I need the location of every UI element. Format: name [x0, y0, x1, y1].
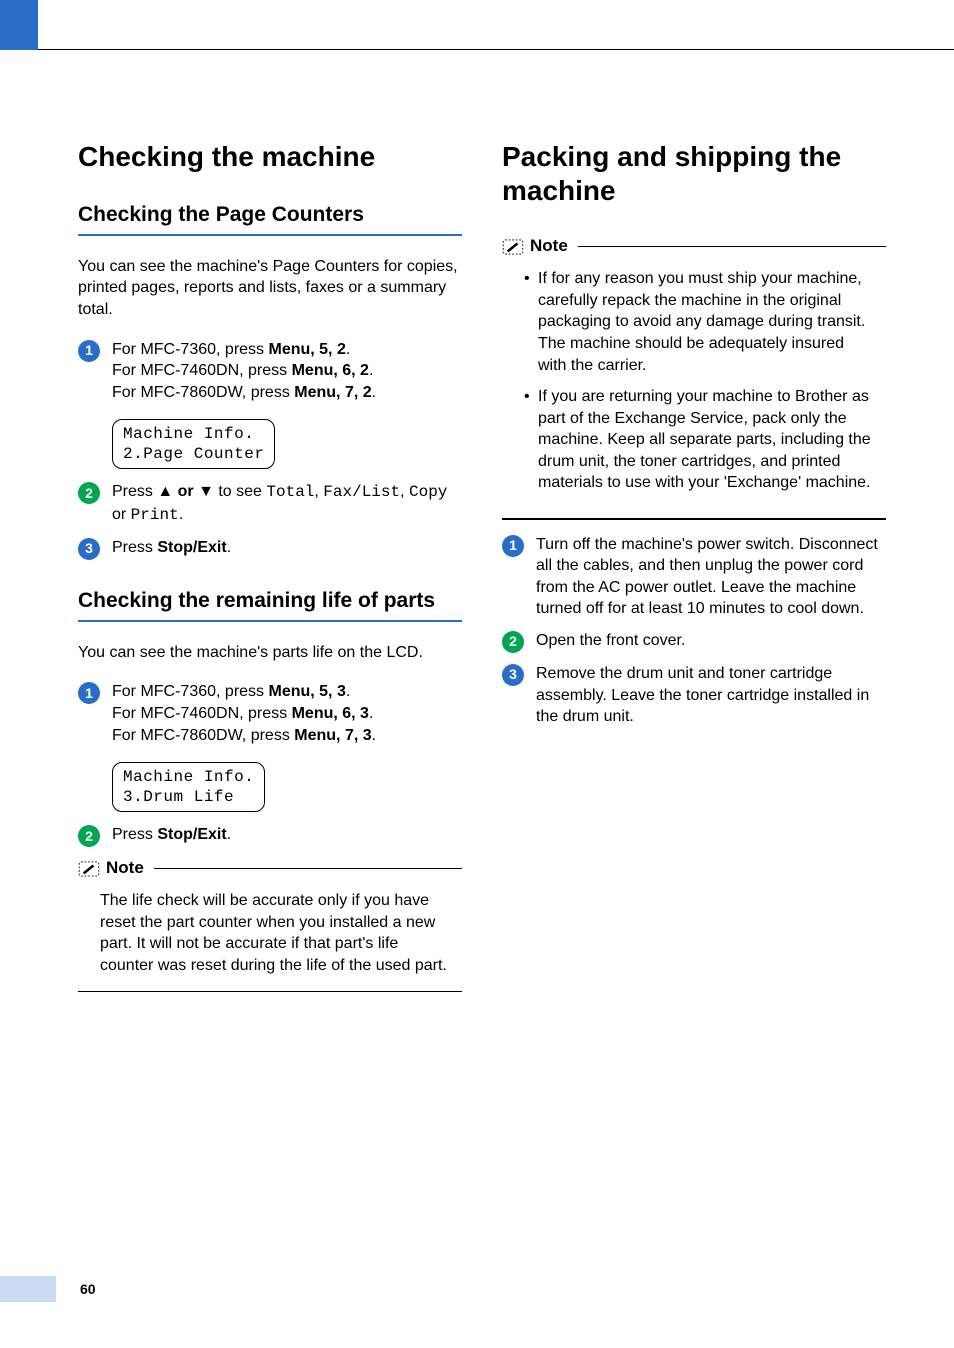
- page-body: Checking the machine Checking the Page C…: [0, 50, 954, 992]
- heading-checking-machine: Checking the machine: [78, 140, 462, 174]
- note-right-item-1: If for any reason you must ship your mac…: [524, 268, 876, 376]
- c1: ,: [314, 483, 323, 500]
- s2-menu-b: Menu: [292, 705, 334, 722]
- right-column: Packing and shipping the machine Note If…: [502, 140, 886, 992]
- sec2-step1-text: For MFC-7360, press Menu, 5, 3. For MFC-…: [112, 681, 462, 746]
- sec2-step1: 1 For MFC-7360, press Menu, 5, 3. For MF…: [78, 681, 462, 746]
- sec1-step1-text: For MFC-7360, press Menu, 5, 2. For MFC-…: [112, 339, 462, 404]
- code-copy: Copy: [409, 483, 447, 501]
- heading-remaining-life: Checking the remaining life of parts: [78, 588, 462, 622]
- code-total: Total: [266, 483, 314, 501]
- s1s2-mid: to see: [214, 483, 266, 500]
- step-marker-r1: 1: [502, 535, 524, 557]
- code-faxlist: Fax/List: [323, 483, 400, 501]
- s2-keys-c: , 7, 3: [336, 727, 372, 744]
- sec1-step2-text: Press ▲ or ▼ to see Total, Fax/List, Cop…: [112, 481, 462, 526]
- step-marker-r2: 2: [502, 631, 524, 653]
- or: or: [112, 506, 131, 523]
- s2s2-key: Stop/Exit: [157, 826, 226, 843]
- pencil-icon: [78, 861, 100, 877]
- note-left-body: The life check will be accurate only if …: [100, 890, 452, 976]
- right-step1-text: Turn off the machine's power switch. Dis…: [536, 534, 886, 620]
- note-left: Note The life check will be accurate onl…: [78, 857, 462, 992]
- s1-keys-b: , 6, 2: [333, 362, 369, 379]
- s1-menu-a: Menu: [268, 341, 310, 358]
- s2-line-b-pre: For MFC-7460DN, press: [112, 705, 292, 722]
- header-left-stripe: [0, 0, 38, 50]
- page-number: 60: [80, 1280, 96, 1299]
- right-step1: 1 Turn off the machine's power switch. D…: [502, 534, 886, 620]
- s2-keys-b: , 6, 3: [333, 705, 369, 722]
- s1s3-end: .: [227, 539, 231, 556]
- s1-menu-b: Menu: [292, 362, 334, 379]
- intro-remaining-life: You can see the machine's parts life on …: [78, 642, 462, 664]
- s1-menu-c: Menu: [294, 384, 336, 401]
- heading-packing: Packing and shipping the machine: [502, 140, 886, 207]
- lcd1-line2: 2.Page Counter: [123, 445, 264, 463]
- step-marker-3: 3: [78, 538, 100, 560]
- s1s2-pre: Press: [112, 483, 157, 500]
- note-left-title: Note: [106, 857, 144, 880]
- note-right-title: Note: [530, 235, 568, 258]
- sec1-step3: 3 Press Stop/Exit.: [78, 537, 462, 560]
- s1-keys-a: , 5, 2: [310, 341, 346, 358]
- s2-line-a-pre: For MFC-7360, press: [112, 683, 268, 700]
- step-marker-r3: 3: [502, 664, 524, 686]
- c2: ,: [400, 483, 409, 500]
- footer-tab: [0, 1276, 56, 1302]
- note-left-head: Note: [78, 857, 462, 880]
- code-print: Print: [131, 506, 179, 524]
- note-left-bottom-rule: [78, 991, 462, 993]
- right-step2-text: Open the front cover.: [536, 630, 886, 652]
- s2-keys-a: , 5, 3: [310, 683, 346, 700]
- lcd-page-counter: Machine Info. 2.Page Counter: [112, 419, 275, 469]
- step-marker-1: 1: [78, 340, 100, 362]
- sec1-step2: 2 Press ▲ or ▼ to see Total, Fax/List, C…: [78, 481, 462, 526]
- lcd2-line2: 3.Drum Life: [123, 788, 234, 806]
- s1s2-arrows: ▲ or ▼: [157, 483, 214, 500]
- note-right-item-2: If you are returning your machine to Bro…: [524, 386, 876, 494]
- step-marker-2: 2: [78, 482, 100, 504]
- lcd2-line1: Machine Info.: [123, 768, 254, 786]
- s1s3-pre: Press: [112, 539, 157, 556]
- s1-line-b-pre: For MFC-7460DN, press: [112, 362, 292, 379]
- right-step2: 2 Open the front cover.: [502, 630, 886, 653]
- right-step3-text: Remove the drum unit and toner cartridge…: [536, 663, 886, 728]
- note-left-rule: [154, 868, 462, 870]
- footer: 60: [0, 1276, 96, 1302]
- heading-page-counters: Checking the Page Counters: [78, 202, 462, 236]
- sec2-step2-text: Press Stop/Exit.: [112, 824, 462, 846]
- s2-line-c-pre: For MFC-7860DW, press: [112, 727, 294, 744]
- note-right: Note If for any reason you must ship you…: [502, 235, 886, 519]
- s1s3-key: Stop/Exit: [157, 539, 226, 556]
- right-step3: 3 Remove the drum unit and toner cartrid…: [502, 663, 886, 728]
- note-right-head: Note: [502, 235, 886, 258]
- lcd1-line1: Machine Info.: [123, 425, 254, 443]
- pencil-icon: [502, 239, 524, 255]
- note-left-content: The life check will be accurate only if …: [78, 886, 462, 984]
- sec1-step3-text: Press Stop/Exit.: [112, 537, 462, 559]
- note-right-content: If for any reason you must ship your mac…: [502, 264, 886, 512]
- s1-line-a-pre: For MFC-7360, press: [112, 341, 268, 358]
- s2-menu-a: Menu: [268, 683, 310, 700]
- note-right-rule: [578, 246, 886, 248]
- header-band: [0, 0, 954, 50]
- intro-page-counters: You can see the machine's Page Counters …: [78, 256, 462, 321]
- step-marker-2b: 2: [78, 825, 100, 847]
- sec1-step1: 1 For MFC-7360, press Menu, 5, 2. For MF…: [78, 339, 462, 404]
- s2s2-end: .: [227, 826, 231, 843]
- s2-menu-c: Menu: [294, 727, 336, 744]
- left-column: Checking the machine Checking the Page C…: [78, 140, 462, 992]
- s1-line-c-pre: For MFC-7860DW, press: [112, 384, 294, 401]
- sec2-step2: 2 Press Stop/Exit.: [78, 824, 462, 847]
- step-marker-1b: 1: [78, 682, 100, 704]
- lcd-drum-life: Machine Info. 3.Drum Life: [112, 762, 265, 812]
- s2s2-pre: Press: [112, 826, 157, 843]
- s1s2-end: .: [179, 506, 183, 523]
- s1-keys-c: , 7, 2: [336, 384, 372, 401]
